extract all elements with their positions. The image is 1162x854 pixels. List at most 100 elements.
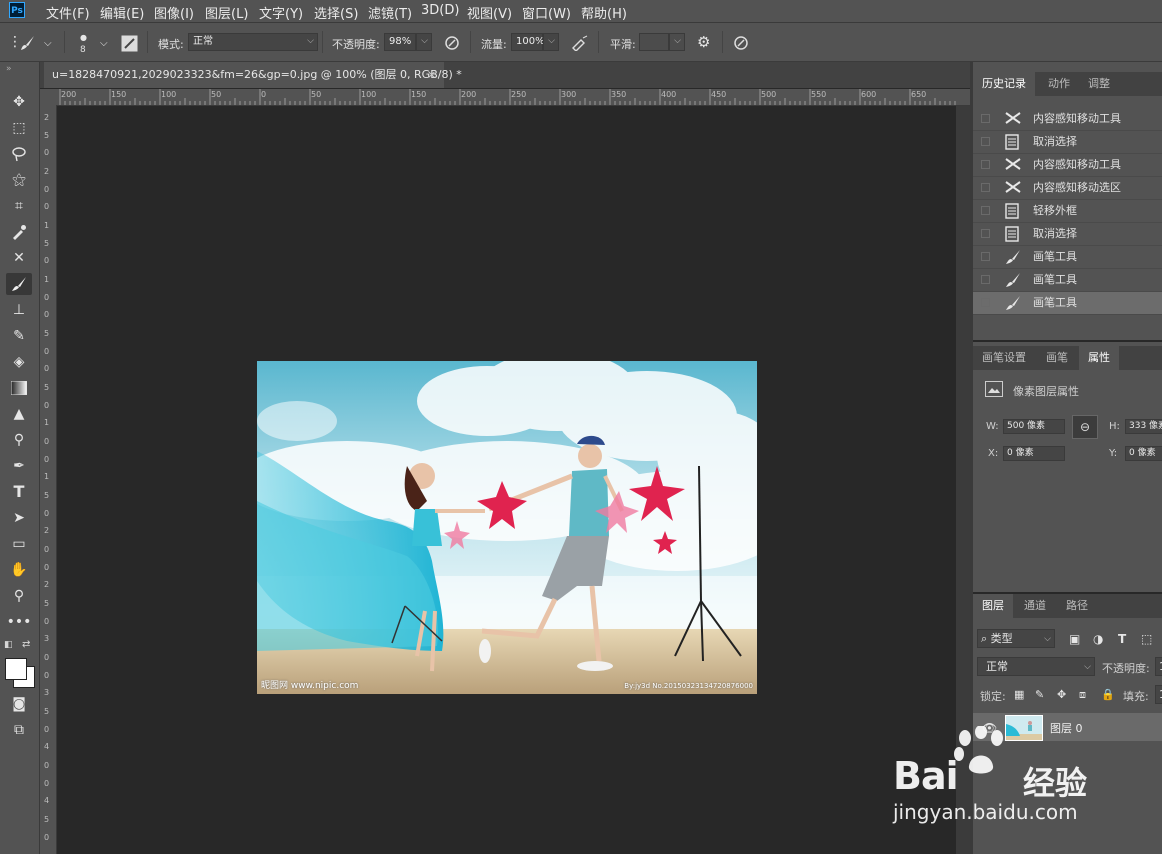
snapshot-checkbox[interactable] (981, 160, 990, 169)
gradient-tool-icon[interactable] (6, 377, 32, 399)
snapshot-checkbox[interactable] (981, 206, 990, 215)
history-item[interactable]: 内容感知移动工具 (973, 154, 1162, 177)
x-input[interactable]: 0 像素 (1003, 446, 1065, 461)
pressure-size-icon[interactable] (733, 35, 749, 54)
history-item[interactable]: 内容感知移动工具 (973, 108, 1162, 131)
close-tab-icon[interactable]: × (427, 62, 436, 88)
chevron-down-icon[interactable]: ⌵ (44, 37, 52, 51)
collapse-icon[interactable]: » (6, 62, 12, 76)
dodge-tool-icon[interactable]: ⚲ (6, 429, 32, 451)
tab-brush-settings[interactable]: 画笔设置 (973, 346, 1035, 370)
opacity-dropdown[interactable]: ⌵ (416, 33, 432, 51)
zoom-tool-icon[interactable]: ⚲ (6, 585, 32, 607)
layer-filter-select[interactable]: ⌕ 类型 ⌵ (977, 629, 1055, 648)
brush-panel-toggle-icon[interactable] (121, 35, 138, 55)
eraser-tool-icon[interactable]: ◈ (6, 351, 32, 373)
snapshot-checkbox[interactable] (981, 183, 990, 192)
snapshot-checkbox[interactable] (981, 229, 990, 238)
tab-history[interactable]: 历史记录 (973, 72, 1035, 96)
menu-layer[interactable]: 图层(L) (205, 3, 248, 22)
tab-actions[interactable]: 动作 (1039, 72, 1079, 96)
tab-layers[interactable]: 图层 (973, 594, 1013, 618)
history-item[interactable]: 内容感知移动选区 (973, 177, 1162, 200)
lock-pixels-icon[interactable]: ✎ (1035, 688, 1044, 702)
smoothing-input[interactable] (639, 33, 669, 51)
hand-tool-icon[interactable]: ✋ (6, 559, 32, 581)
flow-input[interactable]: 100% (511, 33, 545, 51)
menu-file[interactable]: 文件(F) (46, 3, 90, 22)
snapshot-checkbox[interactable] (981, 114, 990, 123)
menu-filter[interactable]: 滤镜(T) (368, 3, 412, 22)
opacity-input[interactable]: 98% (384, 33, 416, 51)
more-tools-icon[interactable]: ••• (6, 611, 32, 633)
blend-mode-select[interactable]: 正常 ⌵ (977, 657, 1095, 676)
document-image[interactable]: 昵图网 www.nipic.com By:jy3d No.20150323134… (257, 361, 757, 694)
eyedropper-tool-icon[interactable] (6, 221, 32, 243)
snapshot-checkbox[interactable] (981, 252, 990, 261)
smoothing-dropdown[interactable]: ⌵ (669, 33, 685, 51)
fill-input[interactable]: 10 (1155, 685, 1162, 704)
history-item[interactable]: 取消选择 (973, 223, 1162, 246)
tab-properties[interactable]: 属性 (1079, 346, 1119, 370)
chevron-down-icon[interactable]: ⌵ (100, 37, 108, 51)
tab-brushes[interactable]: 画笔 (1037, 346, 1077, 370)
menu-help[interactable]: 帮助(H) (581, 3, 627, 22)
type-tool-icon[interactable]: T (6, 481, 32, 503)
pressure-opacity-icon[interactable] (444, 35, 460, 54)
move-tool-icon[interactable]: ✥ (6, 91, 32, 113)
snapshot-checkbox[interactable] (981, 298, 990, 307)
layer-opacity-input[interactable]: 10 (1155, 657, 1162, 676)
history-item[interactable]: 画笔工具 (973, 269, 1162, 292)
tab-paths[interactable]: 路径 (1057, 594, 1097, 618)
image-filter-icon[interactable]: ▣ (1069, 632, 1080, 646)
default-colors-icon[interactable]: ◧ (4, 640, 13, 650)
link-dimensions-icon[interactable]: ⊖ (1072, 415, 1098, 439)
shape-filter-icon[interactable]: ⬚ (1141, 632, 1152, 646)
tab-adjustments[interactable]: 调整 (1079, 72, 1119, 96)
menu-image[interactable]: 图像(I) (154, 3, 194, 22)
brush-tool-preset-icon[interactable] (20, 35, 36, 54)
brush-tool-icon[interactable] (6, 273, 32, 295)
menu-window[interactable]: 窗口(W) (522, 3, 571, 22)
snapshot-checkbox[interactable] (981, 275, 990, 284)
marquee-tool-icon[interactable]: ⬚ (6, 117, 32, 139)
crop-tool-icon[interactable]: ⌗ (6, 195, 32, 217)
adjustment-filter-icon[interactable]: ◑ (1093, 632, 1103, 646)
mode-select[interactable]: 正常 ⌵ (188, 33, 318, 51)
rectangle-tool-icon[interactable]: ▭ (6, 533, 32, 555)
lock-position-icon[interactable]: ✥ (1057, 688, 1066, 702)
history-brush-tool-icon[interactable]: ✎ (6, 325, 32, 347)
lock-transparent-icon[interactable]: ▦ (1014, 688, 1024, 702)
menu-select[interactable]: 选择(S) (314, 3, 358, 22)
type-filter-icon[interactable]: T (1118, 632, 1126, 646)
magic-wand-tool-icon[interactable]: ⚝ (6, 169, 32, 191)
menu-edit[interactable]: 编辑(E) (100, 3, 144, 22)
menu-3d[interactable]: 3D(D) (421, 3, 459, 18)
airbrush-icon[interactable] (571, 35, 589, 54)
screen-mode-icon[interactable]: ⧉ (6, 719, 32, 741)
width-input[interactable]: 500 像素 (1003, 419, 1065, 434)
stamp-tool-icon[interactable]: ⊥ (6, 299, 32, 321)
flow-dropdown[interactable]: ⌵ (543, 33, 559, 51)
tab-channels[interactable]: 通道 (1015, 594, 1055, 618)
gear-icon[interactable]: ⚙ (697, 35, 710, 50)
history-item[interactable]: 轻移外框 (973, 200, 1162, 223)
history-item[interactable]: 画笔工具 (973, 292, 1162, 315)
quick-mask-icon[interactable]: ◙ (6, 693, 32, 715)
lock-artboard-icon[interactable]: ⧈ (1079, 688, 1086, 702)
lock-all-icon[interactable]: 🔒 (1101, 688, 1115, 702)
foreground-color-swatch[interactable] (5, 658, 27, 680)
blur-tool-icon[interactable]: ▲ (6, 403, 32, 425)
lasso-tool-icon[interactable] (6, 143, 32, 165)
brush-tip-icon[interactable]: ● (80, 31, 87, 45)
height-input[interactable]: 333 像素 (1125, 419, 1162, 434)
y-input[interactable]: 0 像素 (1125, 446, 1162, 461)
snapshot-checkbox[interactable] (981, 137, 990, 146)
path-selection-tool-icon[interactable]: ➤ (6, 507, 32, 529)
document-tab[interactable]: u=1828470921,2029023323&fm=26&gp=0.jpg @… (44, 62, 462, 88)
history-item[interactable]: 取消选择 (973, 131, 1162, 154)
menu-type[interactable]: 文字(Y) (259, 3, 303, 22)
content-aware-move-tool-icon[interactable]: ✕ (6, 247, 32, 269)
swap-colors-icon[interactable]: ⇄ (22, 639, 30, 650)
history-item[interactable]: 画笔工具 (973, 246, 1162, 269)
